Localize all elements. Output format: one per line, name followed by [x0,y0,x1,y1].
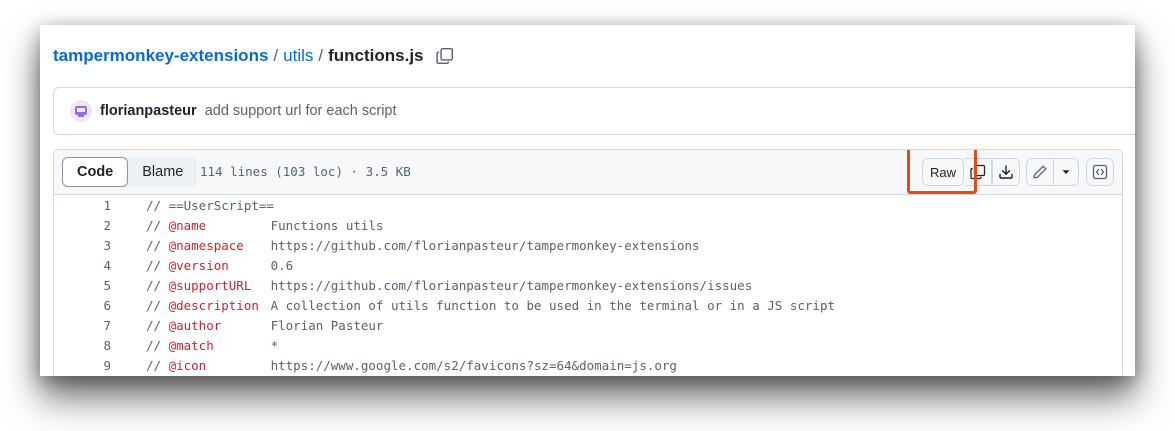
avatar[interactable] [70,100,92,122]
breadcrumb-separator: / [273,46,279,65]
raw-button-highlight [907,150,977,194]
code-comment: // [146,218,169,233]
latest-commit-bar: florianpasteur add support url for each … [53,87,1135,135]
line-number[interactable]: 4 [54,256,111,276]
line-number[interactable]: 6 [54,296,111,316]
code-line: 1 // ==UserScript== [54,196,1122,216]
code-comment: // [146,338,169,353]
line-number[interactable]: 2 [54,216,111,236]
code-comment: // [146,258,169,273]
annotation-tag: @description [168,298,259,313]
view-toggle: Code Blame [62,157,198,187]
annotation-value: Florian Pasteur [270,318,384,333]
code-square-icon [1092,164,1108,180]
line-number[interactable]: 3 [54,236,111,256]
file-header: Code Blame 114 lines (103 loc) · 3.5 KB … [54,150,1122,195]
annotation-tag: @icon [168,358,207,373]
symbols-panel-button[interactable] [1086,158,1114,186]
edit-file-button[interactable] [1026,158,1054,186]
code-line: 7 // @author Florian Pasteur [54,316,1122,336]
code-view: 1 // ==UserScript== 2 // @name Functions … [54,196,1122,376]
code-comment: // ==UserScript== [146,198,274,213]
commit-author[interactable]: florianpasteur [100,103,197,119]
download-raw-button[interactable] [992,158,1020,186]
line-number[interactable]: 1 [54,196,111,216]
code-line: 9 // @icon https://www.google.com/s2/favi… [54,356,1122,376]
breadcrumb-separator: / [318,46,324,65]
annotation-value: https://github.com/florianpasteur/tamper… [270,238,700,253]
code-line: 2 // @name Functions utils [54,216,1122,236]
line-number[interactable]: 9 [54,356,111,376]
pencil-icon [1033,165,1047,179]
annotation-tag: @match [168,338,214,353]
breadcrumb-folder-link[interactable]: utils [283,46,313,66]
line-number[interactable]: 7 [54,316,111,336]
annotation-tag: @namespace [168,238,244,253]
file-stats: 114 lines (103 loc) · 3.5 KB [200,164,411,179]
code-comment: // [146,358,169,373]
copy-path-button[interactable] [435,47,454,65]
code-comment: // [146,238,169,253]
breadcrumb-file-name: functions.js [328,46,424,65]
code-comment: // [146,298,169,313]
tab-blame[interactable]: Blame [128,157,197,187]
edit-dropdown-button[interactable] [1053,158,1079,186]
code-comment: // [146,278,169,293]
code-line: 8 // @match * [54,336,1122,356]
breadcrumb-repo-link[interactable]: tampermonkey-extensions [53,46,268,66]
annotation-tag: @version [168,258,229,273]
annotation-value: * [270,338,279,353]
code-line: 6 // @description A collection of utils f… [54,296,1122,316]
screenshot-frame: tampermonkey-extensions / utils / functi… [40,25,1135,376]
triangle-down-icon [1062,170,1070,174]
annotation-tag: @author [168,318,222,333]
tab-code[interactable]: Code [62,157,129,187]
annotation-value: 0.6 [270,258,294,273]
breadcrumb: tampermonkey-extensions / utils / functi… [53,45,454,67]
avatar-icon [75,106,87,117]
code-comment: // [146,318,169,333]
download-icon [999,165,1013,179]
code-line: 3 // @namespace https://github.com/floria… [54,236,1122,256]
line-number[interactable]: 5 [54,276,111,296]
annotation-value: https://github.com/florianpasteur/tamper… [270,278,753,293]
annotation-tag: @name [168,218,207,233]
file-viewer: Code Blame 114 lines (103 loc) · 3.5 KB … [53,149,1123,376]
annotation-value: A collection of utils function to be use… [270,298,836,313]
annotation-tag: @supportURL [168,278,252,293]
line-number[interactable]: 8 [54,336,111,356]
commit-message[interactable]: add support url for each script [205,103,397,119]
annotation-value: https://www.google.com/s2/favicons?sz=64… [270,358,677,373]
code-line: 5 // @supportURL https://github.com/flori… [54,276,1122,296]
code-line: 4 // @version 0.6 [54,256,1122,276]
annotation-value: Functions utils [270,218,384,233]
copy-icon [435,47,453,65]
